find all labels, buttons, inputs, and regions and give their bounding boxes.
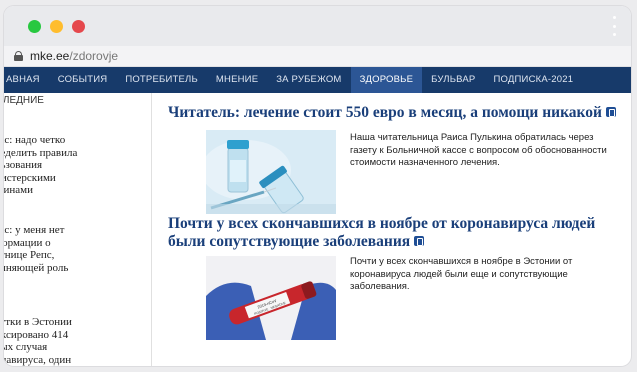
sidebar-heading: СЛЕДНИЕ (4, 95, 44, 106)
window-maximize-button[interactable] (28, 20, 41, 33)
url-domain: mke.ee (30, 49, 70, 63)
vaccine-vials-photo (201, 130, 336, 214)
article-image[interactable] (201, 130, 336, 219)
latest-news-sidebar: СЛЕДНИЕ гас: надо четко ределить правила… (4, 93, 152, 366)
site-navigation: АВНАЯ СОБЫТИЯ ПОТРЕБИТЕЛЬ МНЕНИЕ ЗА РУБЕ… (4, 67, 631, 93)
article-summary: Почти у всех скончавшихся в ноябре в Эст… (350, 256, 573, 292)
comments-icon[interactable] (414, 236, 425, 247)
sidebar-news-item[interactable]: сутки в Эстонии иксировано 414 вых случа… (4, 316, 145, 366)
article-title-text[interactable]: Почти у всех скончавшихся в ноябре от ко… (168, 215, 595, 250)
article-title-link[interactable]: Читатель: лечение стоит 550 евро в месяц… (168, 104, 628, 122)
nav-item-subscription[interactable]: ПОДПИСКА-2021 (484, 67, 582, 93)
covid-test-tube-photo: 2019-nCoV POSITIVE NEGATIVE (206, 256, 336, 340)
article-image[interactable]: 2019-nCoV POSITIVE NEGATIVE (206, 256, 336, 345)
sidebar-news-item[interactable]: гас: надо четко ределить правила льзован… (4, 134, 145, 197)
nav-item-main[interactable]: АВНАЯ (4, 67, 49, 93)
article-card: Читатель: лечение стоит 550 евро в месяц… (168, 104, 628, 214)
comments-icon[interactable] (605, 107, 616, 118)
window-minimize-button[interactable] (50, 20, 63, 33)
nav-item-opinion[interactable]: МНЕНИЕ (207, 67, 267, 93)
title-bar (4, 6, 631, 46)
nav-item-events[interactable]: СОБЫТИЯ (49, 67, 117, 93)
url-path: /zdorovje (69, 49, 119, 63)
lock-icon (14, 51, 23, 61)
nav-item-health[interactable]: ЗДОРОВЬЕ (350, 67, 423, 93)
article-title-text[interactable]: Читатель: лечение стоит 550 евро в месяц… (168, 104, 602, 121)
article-title-link[interactable]: Почти у всех скончавшихся в ноябре от ко… (168, 215, 628, 251)
article-card: Почти у всех скончавшихся в ноябре от ко… (168, 215, 628, 340)
page-content: СЛЕДНИЕ гас: надо четко ределить правила… (4, 93, 631, 366)
browser-frame: mke.ee/zdorovje АВНАЯ СОБЫТИЯ ПОТРЕБИТЕЛ… (0, 0, 637, 372)
browser-window: mke.ee/zdorovje АВНАЯ СОБЫТИЯ ПОТРЕБИТЕЛ… (4, 6, 631, 366)
sidebar-news-item[interactable]: гас: у меня нет формации о етнице Репс, … (4, 224, 145, 287)
nav-item-abroad[interactable]: ЗА РУБЕЖОМ (267, 67, 350, 93)
nav-item-boulevard[interactable]: БУЛЬВАР (422, 67, 484, 93)
nav-item-consumer[interactable]: ПОТРЕБИТЕЛЬ (116, 67, 207, 93)
window-close-button[interactable] (72, 20, 85, 33)
article-summary: Наша читательница Раиса Пулькина обратил… (350, 132, 607, 168)
address-bar[interactable]: mke.ee/zdorovje (4, 46, 631, 67)
more-options-icon[interactable] (611, 16, 617, 36)
